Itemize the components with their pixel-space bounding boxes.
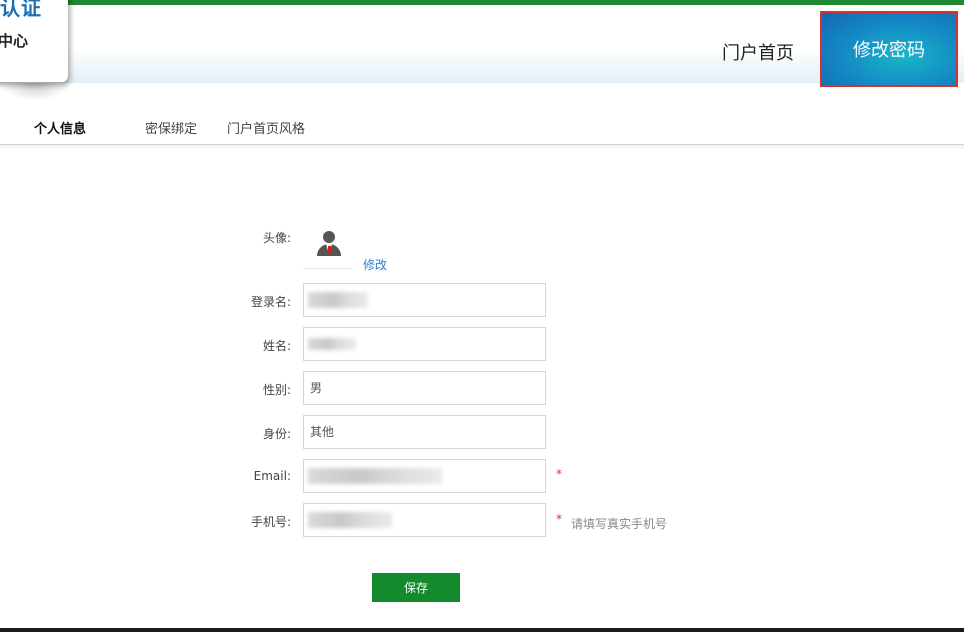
- name-field[interactable]: [303, 327, 546, 361]
- email-required-mark: *: [556, 467, 562, 481]
- logo-shadow: [0, 83, 70, 101]
- nav-home-link[interactable]: 门户首页: [722, 39, 794, 65]
- login-name-label: 登录名:: [250, 295, 291, 309]
- gender-field[interactable]: 男: [303, 371, 546, 405]
- login-name-field[interactable]: [303, 283, 546, 317]
- nav-change-password-button[interactable]: 修改密码: [820, 11, 958, 87]
- tab-bar-shadow: [0, 144, 964, 150]
- gender-label: 性别:: [262, 383, 291, 397]
- phone-hint: 请填写真实手机号: [571, 517, 668, 531]
- avatar-edit-link[interactable]: 修改: [363, 256, 387, 273]
- tab-portal-style[interactable]: 门户首页风格: [227, 118, 305, 137]
- redacted-value: [308, 292, 368, 308]
- nav-change-password-label: 修改密码: [853, 40, 925, 61]
- logo-title: 认证: [0, 0, 42, 20]
- redacted-value: [308, 338, 356, 350]
- identity-value: 其他: [310, 425, 335, 439]
- avatar-head: [323, 231, 335, 243]
- email-field[interactable]: [303, 459, 546, 493]
- identity-field[interactable]: 其他: [303, 415, 546, 449]
- save-button[interactable]: 保存: [372, 573, 460, 602]
- header: 门户首页 修改密码: [0, 5, 964, 87]
- phone-label: 手机号:: [250, 515, 291, 529]
- redacted-value: [308, 512, 392, 528]
- avatar-tie: [327, 246, 331, 254]
- identity-label: 身份:: [262, 427, 291, 441]
- phone-field[interactable]: [303, 503, 546, 537]
- avatar: [303, 222, 353, 269]
- avatar-label: 头像:: [262, 231, 291, 245]
- email-label: Email:: [253, 469, 291, 483]
- name-label: 姓名:: [262, 339, 291, 353]
- logo-subtitle: 中心: [0, 32, 29, 50]
- tab-bar: 个人信息 密保绑定 门户首页风格: [0, 108, 964, 145]
- redacted-value: [308, 468, 442, 484]
- phone-required-mark: *: [556, 512, 562, 526]
- gender-value: 男: [310, 381, 323, 395]
- tab-personal-info[interactable]: 个人信息: [34, 118, 86, 137]
- logo[interactable]: 认证 中心: [0, 0, 68, 82]
- tab-security-binding[interactable]: 密保绑定: [145, 118, 197, 137]
- bottom-border: [0, 628, 964, 632]
